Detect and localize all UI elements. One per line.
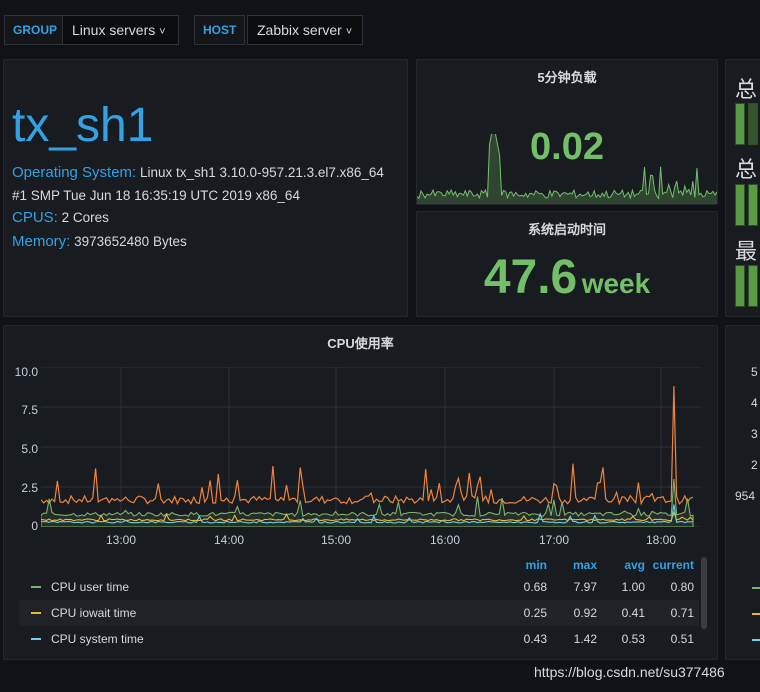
y-tick: 7.5 bbox=[21, 403, 38, 417]
legend-max: 1.42 bbox=[573, 632, 597, 646]
legend-swatch bbox=[31, 586, 41, 588]
group-select[interactable]: Linux servers ˅ bbox=[62, 15, 179, 45]
legend-row-user[interactable]: CPU user time 0.68 7.97 1.00 0.80 bbox=[19, 574, 699, 600]
cpu-plot bbox=[41, 367, 701, 527]
cpus-line: CPUS: 2 Cores bbox=[12, 209, 109, 226]
legend-row-iowait[interactable]: CPU iowait time 0.25 0.92 0.41 0.71 bbox=[19, 600, 699, 626]
memory-value: 3973652480 Bytes bbox=[74, 234, 187, 249]
x-tick: 16:00 bbox=[429, 533, 461, 547]
memory-label: Memory: bbox=[12, 233, 71, 250]
os-label: Operating System: bbox=[12, 164, 137, 181]
host-label: HOST bbox=[194, 15, 246, 45]
legend-avg: 1.00 bbox=[621, 580, 645, 594]
y-tick: 2.5 bbox=[21, 481, 38, 495]
gauge-bar bbox=[735, 103, 745, 145]
gauge-panel: 总 总 最 bbox=[725, 59, 760, 317]
legend-max: 0.92 bbox=[573, 606, 597, 620]
legend-series-name: CPU iowait time bbox=[51, 606, 137, 620]
cpu-panel: CPU使用率 10.0 7.5 5.0 2.5 0 13:00 14:00 15… bbox=[3, 325, 718, 660]
load-title: 5分钟负载 bbox=[537, 70, 597, 85]
legend-swatch bbox=[752, 639, 760, 641]
legend-header-max[interactable]: max bbox=[552, 558, 597, 572]
host-select[interactable]: Zabbix server ˅ bbox=[247, 15, 363, 45]
cpu-title: CPU使用率 bbox=[327, 336, 394, 351]
legend-series-name: CPU system time bbox=[51, 632, 144, 646]
group-select-value: Linux servers bbox=[72, 22, 156, 38]
uptime-value: 47.6 bbox=[483, 251, 578, 304]
legend-header-min[interactable]: min bbox=[502, 558, 547, 572]
y-tick: 4 bbox=[751, 396, 758, 410]
y-tick: 2 bbox=[751, 458, 758, 472]
host-info-panel: tx_sh1 Operating System: Linux tx_sh1 3.… bbox=[3, 59, 408, 317]
group-label: GROUP bbox=[4, 15, 67, 45]
gauge-bar bbox=[748, 265, 758, 307]
chevron-down-icon: ˅ bbox=[159, 26, 166, 38]
legend-swatch bbox=[752, 613, 760, 615]
cpus-label: CPUS: bbox=[12, 209, 58, 226]
os-line-2: #1 SMP Tue Jun 18 16:35:19 UTC 2019 x86_… bbox=[12, 188, 300, 203]
legend-current: 0.71 bbox=[670, 606, 694, 620]
host-select-value: Zabbix server bbox=[257, 22, 342, 38]
legend-current: 0.51 bbox=[670, 632, 694, 646]
legend-series-name: CPU user time bbox=[51, 580, 130, 594]
uptime-unit: week bbox=[581, 268, 651, 299]
y-tick: 5.0 bbox=[21, 442, 38, 456]
legend-row-system[interactable]: CPU system time 0.43 1.42 0.53 0.51 bbox=[19, 626, 699, 652]
y-tick: 10.0 bbox=[14, 365, 38, 379]
legend-min: 0.43 bbox=[523, 632, 547, 646]
uptime-title: 系统启动时间 bbox=[527, 222, 606, 237]
chevron-down-icon: ˅ bbox=[345, 26, 353, 38]
memory-line: Memory: 3973652480 Bytes bbox=[12, 233, 187, 250]
gauge-bar bbox=[735, 265, 745, 307]
os-value: Linux tx_sh1 3.10.0-957.21.3.el7.x86_64 bbox=[139, 165, 384, 180]
gauge-label-1: 总 bbox=[735, 77, 758, 102]
gauge-bar bbox=[748, 103, 758, 145]
legend-swatch bbox=[752, 587, 760, 589]
legend-header-avg[interactable]: avg bbox=[600, 558, 645, 572]
legend-current: 0.80 bbox=[670, 580, 694, 594]
load-value: 0.02 bbox=[530, 126, 604, 168]
legend-max: 7.97 bbox=[573, 580, 597, 594]
os-line: Operating System: Linux tx_sh1 3.10.0-95… bbox=[12, 164, 384, 181]
legend-scrollbar[interactable] bbox=[701, 557, 707, 629]
x-tick: 15:00 bbox=[320, 533, 352, 547]
y-tick: 3 bbox=[751, 427, 758, 441]
legend-min: 0.68 bbox=[523, 580, 547, 594]
x-tick: 13:00 bbox=[105, 533, 137, 547]
legend-swatch bbox=[31, 638, 41, 640]
legend-avg: 0.53 bbox=[621, 632, 645, 646]
y-tick: 954 bbox=[735, 489, 756, 503]
gauge-bar bbox=[748, 184, 758, 226]
x-tick: 18:00 bbox=[645, 533, 677, 547]
gauge-label-3: 最 bbox=[735, 239, 758, 264]
load-panel: 5分钟负载 0.02 bbox=[416, 59, 718, 205]
x-tick: 14:00 bbox=[213, 533, 245, 547]
x-tick: 17:00 bbox=[538, 533, 570, 547]
legend-header-current[interactable]: current bbox=[649, 558, 694, 572]
legend-min: 0.25 bbox=[523, 606, 547, 620]
y-tick: 5 bbox=[751, 365, 758, 379]
gauge-label-2: 总 bbox=[735, 157, 758, 182]
right-graph-panel: 5 4 3 2 954 bbox=[725, 325, 760, 660]
uptime-panel: 系统启动时间 47.6 week bbox=[416, 211, 718, 317]
legend-swatch bbox=[31, 612, 41, 614]
watermark: https://blog.csdn.net/su377486 bbox=[534, 664, 725, 680]
gauge-bar bbox=[735, 184, 745, 226]
uptime-value-wrap: 47.6 week bbox=[417, 250, 717, 305]
hostname: tx_sh1 bbox=[12, 99, 154, 152]
cpus-value: 2 Cores bbox=[61, 210, 109, 225]
y-tick: 0 bbox=[31, 519, 38, 533]
legend-avg: 0.41 bbox=[621, 606, 645, 620]
